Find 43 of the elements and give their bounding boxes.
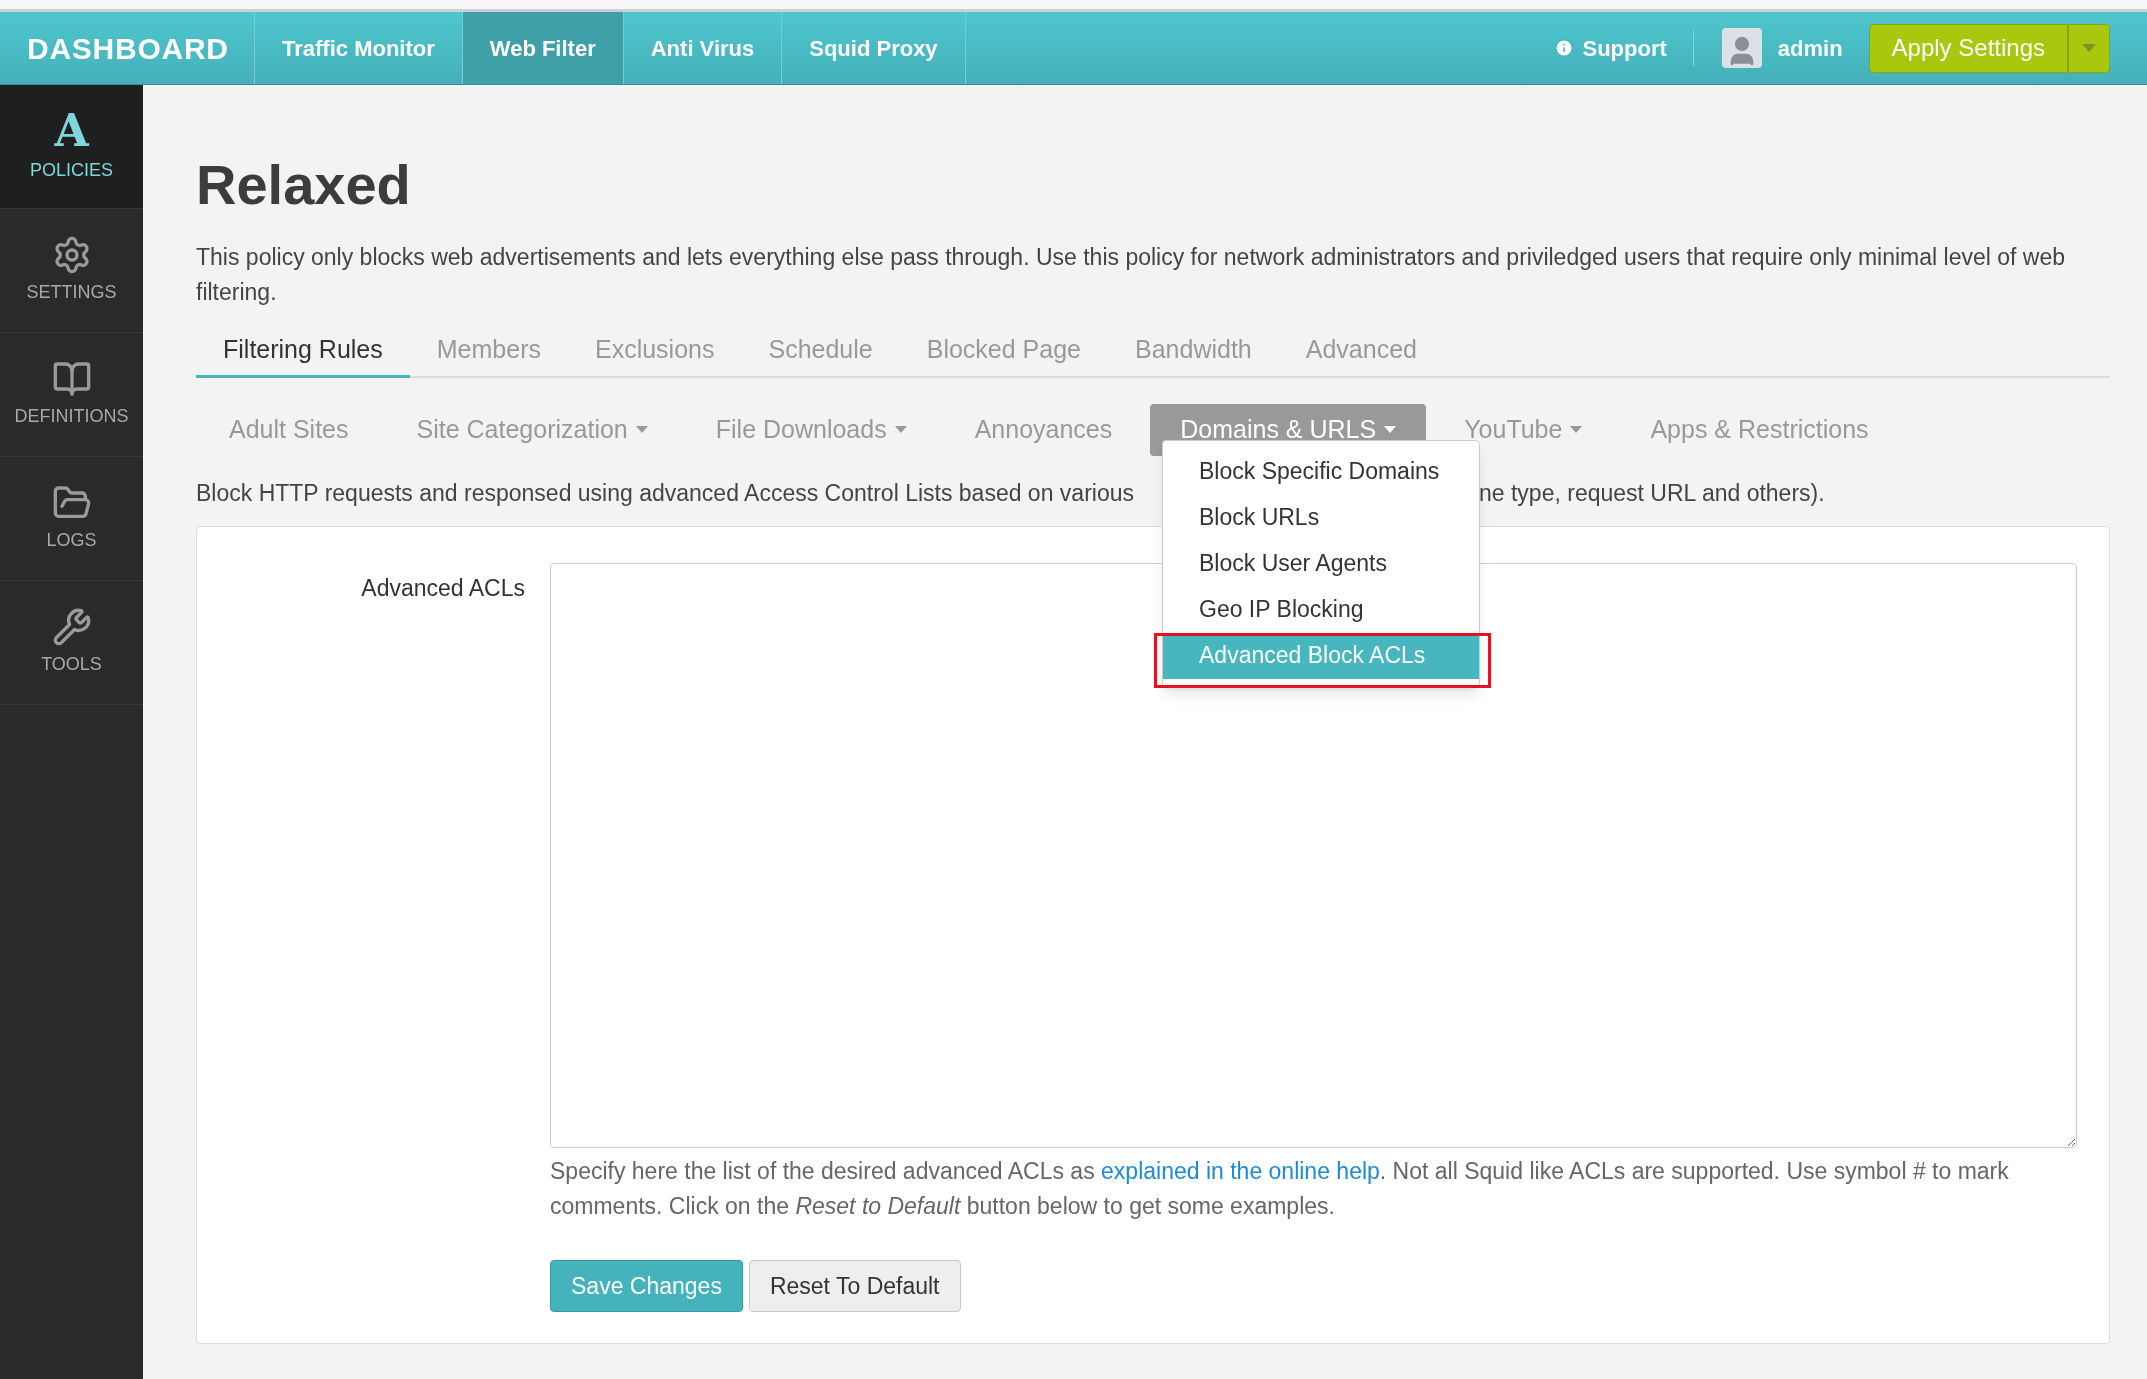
policy-tab[interactable]: Members — [409, 331, 568, 378]
policy-tab[interactable]: Advanced — [1278, 331, 1444, 378]
dropdown-item[interactable]: Block User Agents — [1163, 540, 1479, 587]
apply-menu-button[interactable] — [2068, 23, 2110, 73]
help-text: Specify here the list of the desired advanced ACLs as explained in the online help. Not all Squid like ACLs are supported. Use symbol # to mark comments. Click on the Reset to Default button below to get some examples. — [550, 1157, 2010, 1221]
page-title: Relaxed — [196, 152, 412, 218]
wrench-icon — [51, 607, 92, 647]
rule-tab[interactable]: Site Categorization — [386, 403, 678, 456]
rule-tab[interactable]: Adult Sites — [199, 403, 379, 456]
sidebar-item[interactable]: DEFINITIONS — [0, 333, 143, 457]
sidebar-item[interactable]: SETTINGS — [0, 209, 143, 333]
field-label: Advanced ACLs — [361, 574, 525, 603]
avatar-icon — [1721, 28, 1762, 68]
info-icon — [1554, 38, 1575, 58]
online-help-link[interactable]: explained in the online help — [1101, 1158, 1380, 1184]
sidebar-item[interactable]: A POLICIES — [0, 85, 143, 209]
sidebar-item[interactable]: LOGS — [0, 457, 143, 581]
user-name: admin — [1777, 34, 1843, 63]
nav-tab[interactable]: Anti Virus — [623, 12, 783, 84]
rule-tab[interactable]: File Downloads — [685, 403, 937, 456]
section-description: Block HTTP requests and responsed using advanced Access Control Lists based on various — [196, 478, 1134, 508]
letter-icon: A — [54, 109, 89, 153]
policy-tab[interactable]: Bandwidth — [1108, 331, 1279, 378]
apply-settings-button[interactable]: Apply Settings — [1868, 23, 2068, 73]
policy-description: This policy only blocks web advertisements and lets everything else pass through. Use this policy for network administrators and priviledged users that require only minimal level of web filtering. — [196, 243, 2066, 307]
nav-tab[interactable]: Web Filter — [462, 12, 624, 84]
dropdown-item[interactable]: Block URLs — [1163, 494, 1479, 541]
dropdown-item[interactable]: Geo IP Blocking — [1163, 586, 1479, 633]
section-description: ne type, request URL and others). — [1479, 478, 1825, 508]
nav-tab[interactable]: Traffic Monitor — [255, 12, 463, 84]
rule-tab[interactable]: Apps & Restrictions — [1620, 403, 1899, 456]
sidebar-item[interactable]: TOOLS — [0, 581, 143, 705]
rule-tab[interactable]: Annoyances — [944, 403, 1143, 456]
nav-tab[interactable]: Squid Proxy — [782, 12, 966, 84]
caret-icon — [2082, 44, 2096, 52]
reset-button[interactable]: Reset To Default — [748, 1260, 961, 1312]
policy-tab[interactable]: Blocked Page — [899, 331, 1108, 378]
save-button[interactable]: Save Changes — [550, 1260, 743, 1312]
brand-logo[interactable]: DASHBOARD — [0, 12, 255, 84]
policy-tab[interactable]: Filtering Rules — [196, 331, 410, 378]
policy-tab[interactable]: Exclusions — [567, 331, 742, 378]
support-link[interactable]: Support — [1554, 30, 1694, 66]
policy-tab[interactable]: Schedule — [741, 331, 900, 378]
